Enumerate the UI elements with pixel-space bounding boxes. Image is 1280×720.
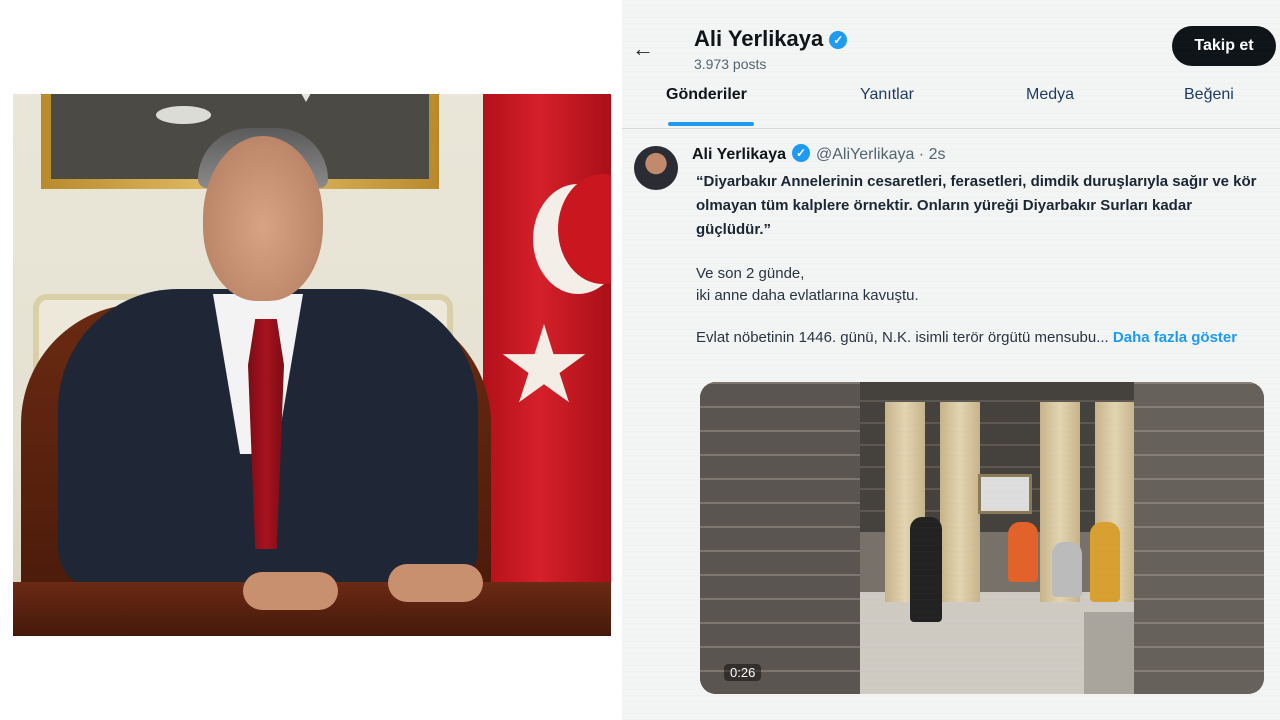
tweet-line: Evlat nöbetinin 1446. günü, N.K. isimli …	[696, 326, 1266, 350]
right-hand	[388, 564, 483, 602]
profile-name: Ali Yerlikaya	[694, 26, 824, 51]
stone-pillar	[700, 382, 860, 694]
painting-detail	[156, 106, 211, 124]
verified-badge-icon: ✓	[829, 31, 848, 49]
person	[1090, 522, 1120, 602]
post-count: 3.973 posts	[694, 56, 767, 72]
profile-header-name: Ali Yerlikaya ✓	[694, 26, 848, 52]
tab-posts[interactable]: Gönderiler	[666, 86, 747, 104]
tab-replies[interactable]: Yanıtlar	[860, 86, 914, 104]
divider	[622, 128, 1280, 129]
tweet-line: Ve son 2 günde,	[696, 265, 805, 282]
composite-image: ← Ali Yerlikaya ✓ 3.973 posts Takip et Gö…	[0, 0, 1280, 720]
active-tab-indicator	[668, 122, 754, 126]
tweet-video[interactable]: 0:26	[700, 382, 1264, 694]
tweet-author: Ali Yerlikaya ✓ @AliYerlikaya · 2s	[692, 144, 945, 164]
avatar[interactable]	[634, 146, 678, 190]
author-name[interactable]: Ali Yerlikaya	[692, 146, 786, 163]
wall-portraits	[978, 474, 1032, 514]
portrait-photo	[13, 94, 611, 636]
arrow-left-icon[interactable]: ←	[632, 36, 654, 62]
man-face	[203, 136, 323, 301]
tweet-screenshot: ← Ali Yerlikaya ✓ 3.973 posts Takip et Gö…	[622, 0, 1280, 720]
person	[910, 517, 942, 622]
stone-pillar	[1134, 382, 1264, 694]
tweet-line: iki anne daha evlatlarına kavuştu.	[696, 287, 919, 304]
tweet-quote: “Diyarbakır Annelerinin cesaretleri, fer…	[696, 173, 1257, 238]
tab-likes[interactable]: Beğeni	[1184, 86, 1234, 104]
person	[1008, 522, 1038, 582]
show-more-link[interactable]: Daha fazla göster	[1113, 329, 1237, 346]
person	[1052, 542, 1082, 597]
video-duration: 0:26	[724, 664, 762, 681]
tweet-line-text: Evlat nöbetinin 1446. günü, N.K. isimli …	[696, 329, 1109, 346]
verified-badge-icon: ✓	[792, 144, 810, 162]
tab-media[interactable]: Medya	[1026, 86, 1074, 104]
curtain	[940, 402, 980, 602]
left-hand	[243, 572, 338, 610]
author-handle[interactable]: @AliYerlikaya · 2s	[816, 146, 945, 163]
follow-button[interactable]: Takip et	[1172, 26, 1276, 66]
